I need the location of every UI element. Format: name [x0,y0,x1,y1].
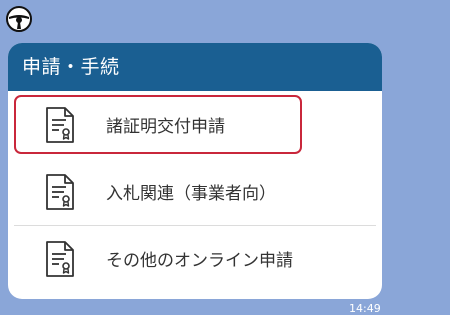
document-certificate-icon [46,106,74,143]
application-menu-card: 申請・手続 諸証明交付申請 入札関連（事業者向） その他のオンライン申請 [8,43,382,299]
document-certificate-icon [46,173,74,210]
divider [14,225,376,226]
menu-item-label: 諸証明交付申請 [106,117,225,137]
menu-item-label: 入札関連（事業者向） [106,184,276,204]
menu-item-other-online-applications[interactable]: その他のオンライン申請 [14,229,376,288]
card-title: 申請・手続 [8,43,382,91]
message-timestamp: 14:49 [349,302,381,315]
menu-item-label: その他のオンライン申請 [106,251,293,271]
menu-item-bidding[interactable]: 入札関連（事業者向） [14,162,376,226]
document-certificate-icon [46,240,74,277]
menu-item-certificate-request[interactable]: 諸証明交付申請 [14,95,302,154]
application-menu: 諸証明交付申請 入札関連（事業者向） その他のオンライン申請 [8,91,382,288]
avatar[interactable] [6,6,32,32]
